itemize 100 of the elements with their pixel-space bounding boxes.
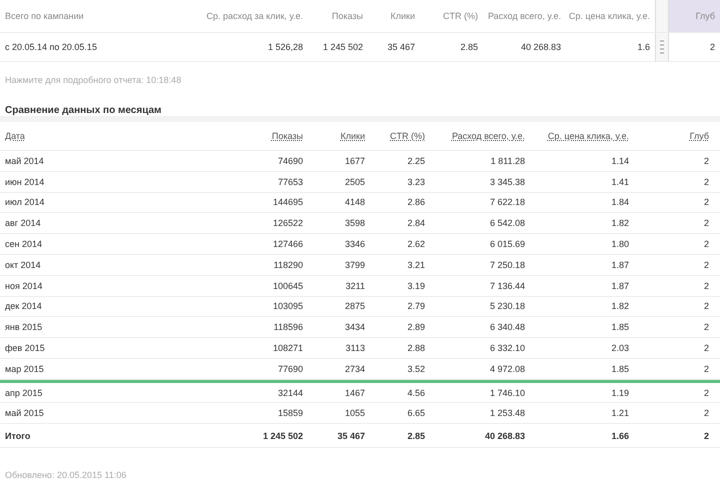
section-title: Сравнение данных по месяцам (4, 104, 162, 116)
table-cell-text: 2.79 (406, 300, 426, 314)
table-cell-text: 2 (702, 238, 710, 252)
sort-link[interactable]: Ср. цена клика, у.е. (548, 130, 629, 141)
table-cell-text: 144695 (272, 196, 304, 210)
column-header: Расход всего, у.е. (486, 10, 562, 24)
sort-link[interactable]: Клики (340, 130, 365, 141)
table-cell-text: 2 (708, 41, 716, 54)
table-cell-text: 3434 (344, 321, 366, 334)
table-cell-text: май 2015 (4, 407, 45, 420)
table-cell-text: 1.82 (610, 300, 630, 314)
sort-link[interactable]: CTR (%) (390, 130, 425, 141)
column-header: Всего по кампании (4, 10, 85, 24)
table-cell-text: 4.56 (406, 386, 426, 400)
table-cell-text: сен 2014 (4, 238, 43, 252)
table-cell-text: 3 345.38 (488, 176, 526, 189)
table-cell-text: 5 230.18 (488, 300, 526, 314)
table-cell-text: ноя 2014 (4, 280, 44, 293)
table-cell-text: 2505 (344, 176, 366, 189)
table-cell-text: 2.25 (406, 154, 426, 168)
table-cell-text: 3113 (344, 342, 366, 356)
table-cell-text: 3598 (344, 217, 366, 230)
table-cell-text: 103095 (272, 300, 304, 314)
table-cell-text: 1.85 (610, 321, 630, 334)
table-cell-text: 100645 (272, 280, 304, 293)
table-cell-text: 2 (702, 321, 710, 334)
table-cell-text: 2.03 (610, 342, 630, 356)
table-cell-text: 1467 (344, 386, 366, 400)
sort-link[interactable]: Глуб (690, 130, 709, 141)
table-cell-text: 118290 (272, 258, 304, 272)
total-cell-text: Итого (4, 430, 32, 443)
table-cell-text: 126522 (272, 217, 304, 230)
column-header: CTR (%) (442, 10, 479, 24)
table-cell-text: 2734 (344, 362, 366, 376)
table-cell-text: 2 (702, 196, 710, 210)
table-cell-text: 1.80 (610, 238, 630, 252)
table-cell-text: 2.89 (406, 321, 426, 334)
table-cell-text: 2.84 (406, 217, 426, 230)
table-cell-text: 1.21 (610, 407, 630, 420)
table-cell-text: 6 332.10 (488, 342, 526, 356)
total-cell-text: 2.85 (406, 430, 426, 443)
table-cell-text: 1.82 (610, 217, 630, 230)
table-cell-text: фев 2015 (4, 342, 46, 356)
table-cell-text: апр 2015 (4, 386, 44, 400)
table-cell-text: 2 (702, 386, 710, 400)
column-header: Показы (330, 10, 364, 24)
table-cell-text: 2 (702, 342, 710, 356)
table-cell-text: 2 (702, 300, 710, 314)
column-header: Ср. цена клика, у.е. (568, 10, 651, 24)
table-cell-text: 6.65 (406, 407, 426, 420)
table-cell-text: 1677 (344, 154, 366, 168)
table-cell-text: 2.62 (406, 238, 426, 252)
table-cell-text: 3.52 (406, 362, 426, 376)
table-cell-text: янв 2015 (4, 321, 44, 334)
table-cell-text: 1.14 (610, 154, 630, 168)
table-cell-text: 2.86 (406, 196, 426, 210)
updated-note: Обновлено: 20.05.2015 11:06 (4, 470, 128, 480)
table-cell-text: 6 542.08 (488, 217, 526, 230)
table-cell-text: 35 467 (386, 41, 416, 54)
table-cell-text: 2 (702, 362, 710, 376)
report-note: Нажмите для подробного отчета: 10:18:48 (4, 74, 182, 87)
table-cell-text: июн 2014 (4, 176, 46, 189)
table-cell-text: 1.84 (610, 196, 630, 210)
table-cell-text: 1 811.28 (490, 154, 526, 168)
table-cell-text: дек 2014 (4, 300, 43, 314)
total-cell-text: 40 268.83 (484, 430, 526, 443)
total-cell-text: 35 467 (336, 430, 366, 443)
table-cell-text: 1.6 (636, 41, 651, 54)
column-header: Глуб (669, 0, 720, 32)
table-cell-text: 40 268.83 (520, 41, 562, 54)
sort-link[interactable]: Расход всего, у.е. (452, 130, 525, 141)
total-cell-text: 2 (702, 430, 710, 443)
column-header: Ср. расход за клик, у.е. (206, 10, 304, 24)
table-cell-text: 2875 (344, 300, 366, 314)
table-cell-text: мар 2015 (4, 362, 45, 376)
total-cell-text: 1 245 502 (262, 430, 304, 443)
table-cell-text: 2.85 (459, 41, 479, 54)
total-cell-text: 1.66 (610, 430, 630, 443)
table-cell-text: окт 2014 (4, 258, 42, 272)
table-cell-text: 2 (702, 258, 710, 272)
table-cell-text: 15859 (276, 407, 304, 420)
table-cell-text: 32144 (276, 386, 304, 400)
column-header: Клики (390, 10, 416, 24)
table-cell-text: 2 (702, 407, 710, 420)
table-cell-text: 6 340.48 (488, 321, 526, 334)
table-cell-text: 3.21 (406, 258, 426, 272)
table-cell-text: с 20.05.14 по 20.05.15 (4, 41, 98, 54)
sort-link[interactable]: Показы (272, 130, 303, 141)
table-cell-text: 4148 (344, 196, 366, 210)
table-cell-text: 74690 (276, 154, 304, 168)
table-cell-text: 1 746.10 (488, 386, 526, 400)
table-cell-text: 3211 (344, 280, 366, 293)
table-cell-text: 2 (702, 176, 710, 189)
table-cell-text: 1.85 (610, 362, 630, 376)
resize-handle[interactable] (655, 33, 669, 62)
table-cell-text: 118596 (272, 321, 304, 334)
sort-link[interactable]: Дата (5, 130, 25, 141)
table-cell-text: 7 250.18 (488, 258, 526, 272)
table-cell-text: июл 2014 (4, 196, 46, 210)
table-cell-text: 6 015.69 (488, 238, 526, 252)
